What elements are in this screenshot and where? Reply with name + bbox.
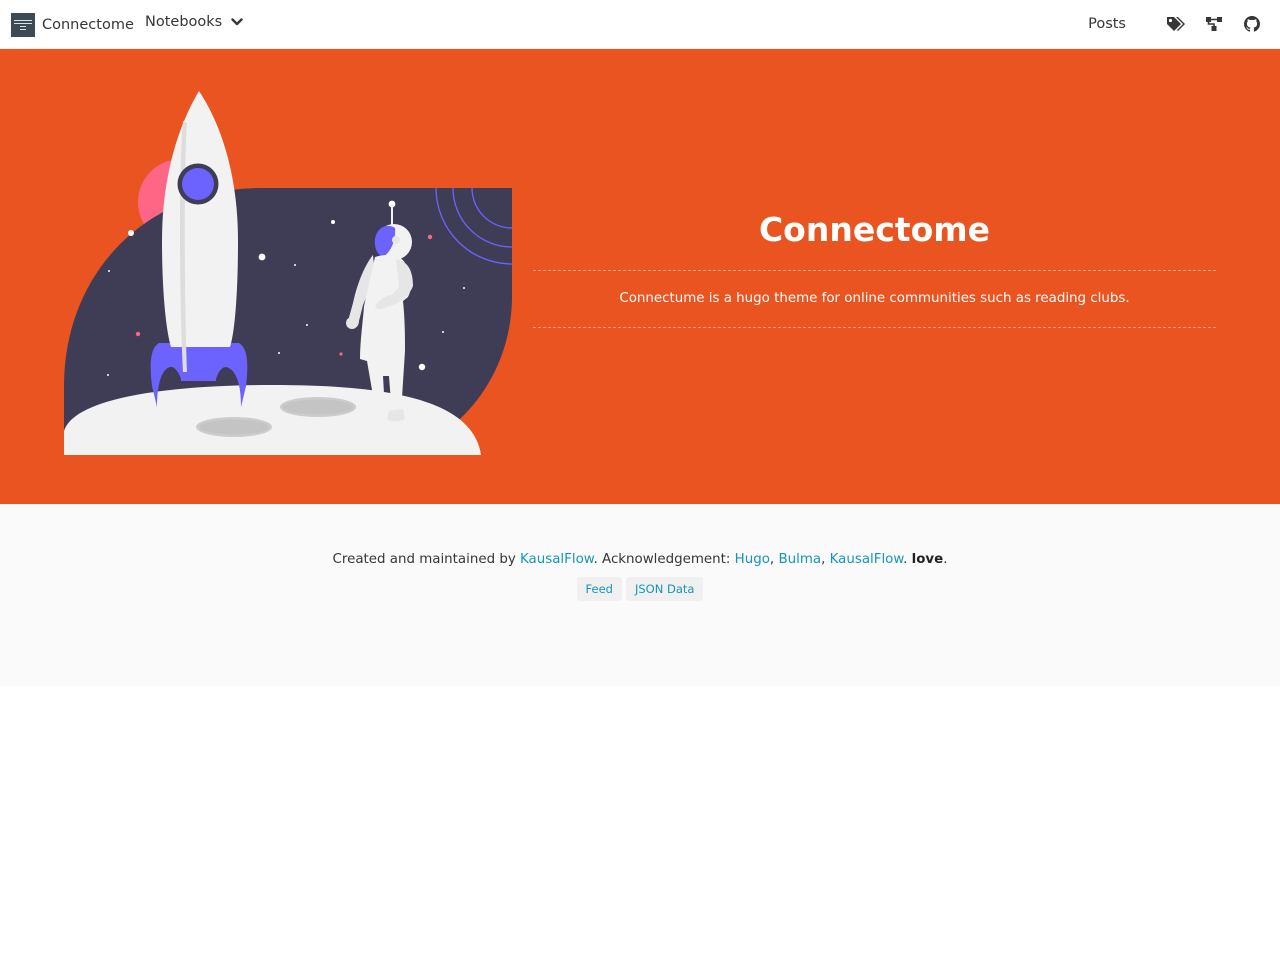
notebooks-label: Notebooks <box>145 14 223 30</box>
hugo-link[interactable]: Hugo <box>735 552 770 567</box>
hero-section: Connectome Connectume is a hugo theme fo… <box>0 49 1280 504</box>
brand-link[interactable]: Connectome <box>11 12 134 37</box>
brand-name: Connectome <box>42 16 134 33</box>
notebooks-dropdown[interactable]: Notebooks <box>145 14 243 30</box>
tags-icon[interactable] <box>1166 13 1186 35</box>
footer-separator: , <box>821 552 830 567</box>
brand-logo <box>11 12 35 37</box>
kausalflow-link[interactable]: KausalFlow <box>830 552 903 567</box>
json-data-tag[interactable]: JSON Data <box>625 577 704 601</box>
footer-tags: Feed JSON Data <box>0 577 1280 601</box>
feed-tag[interactable]: Feed <box>576 577 622 601</box>
footer: Created and maintained by KausalFlow. Ac… <box>0 504 1280 686</box>
sitemap-icon[interactable] <box>1204 13 1224 35</box>
hero-divider-bottom <box>533 327 1216 328</box>
footer-period: . <box>943 552 948 567</box>
love-text: love <box>911 552 944 567</box>
footer-created-text: Created and maintained by <box>332 552 521 567</box>
nav-posts-link[interactable]: Posts <box>1088 16 1126 32</box>
github-icon[interactable] <box>1242 13 1262 35</box>
footer-ack-text: . Acknowledgement: <box>593 552 735 567</box>
hero-text: Connectome Connectume is a hugo theme fo… <box>533 209 1216 328</box>
hero-subtitle: Connectume is a hugo theme for online co… <box>619 291 1130 306</box>
rocket-astronaut-illustration <box>64 91 513 455</box>
chevron-down-icon <box>231 18 243 26</box>
creator-link[interactable]: KausalFlow <box>520 552 593 567</box>
bulma-link[interactable]: Bulma <box>778 552 821 567</box>
footer-separator: . <box>903 552 912 567</box>
footer-credits: Created and maintained by KausalFlow. Ac… <box>0 552 1280 567</box>
navbar: Connectome Notebooks Posts <box>0 0 1280 49</box>
hero-title: Connectome <box>758 210 991 249</box>
navbar-end: Posts <box>1088 13 1262 35</box>
